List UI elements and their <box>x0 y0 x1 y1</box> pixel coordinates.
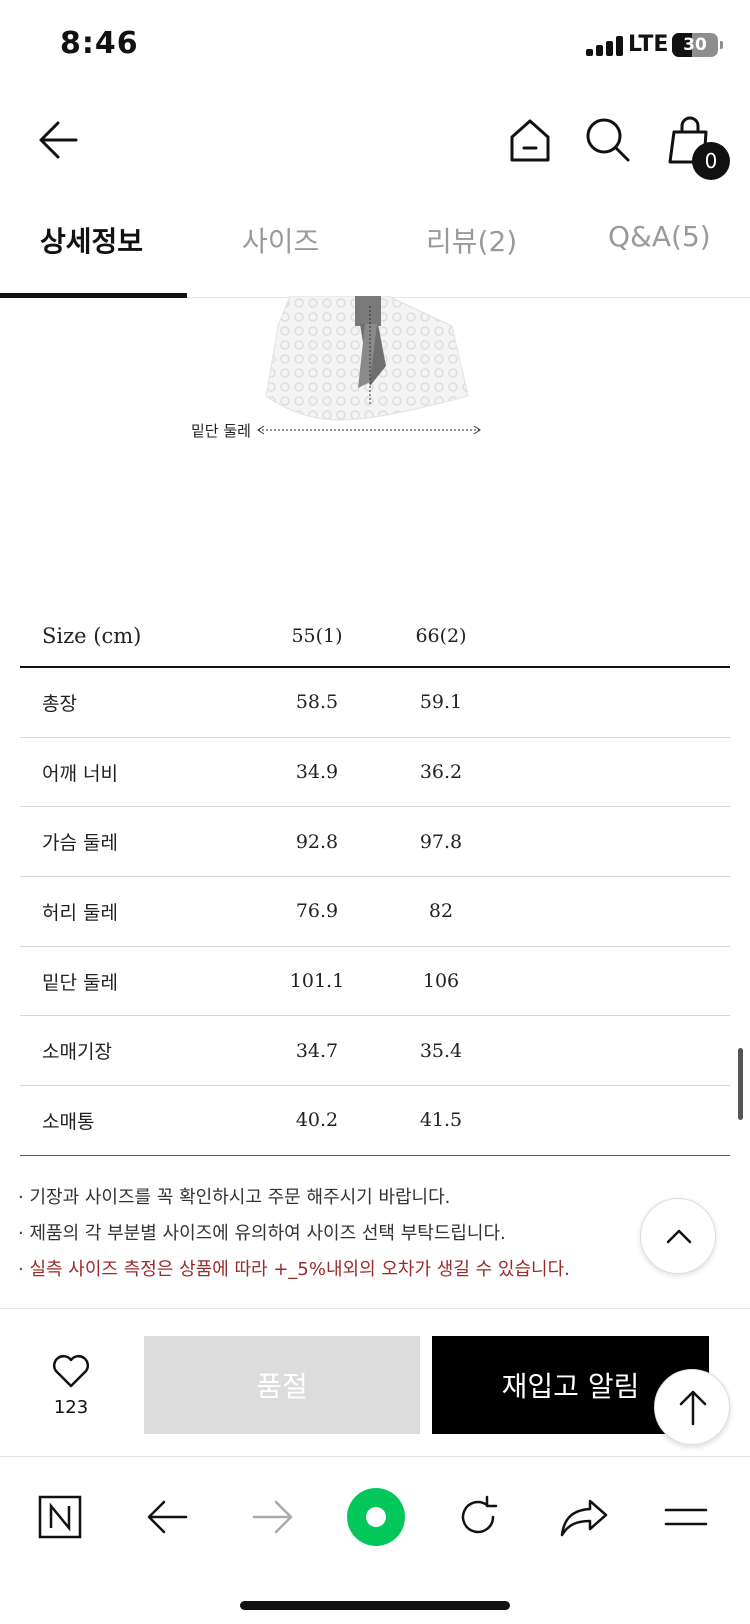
size-table-header: Size (cm) 55(1) 66(2) <box>20 606 730 668</box>
arrow-right-icon <box>252 1500 293 1534</box>
active-tab-indicator <box>0 293 187 298</box>
note-warning: · 실측 사이즈 측정은 상품에 따라 +_5%내외의 오차가 생길 수 있습니… <box>18 1259 570 1280</box>
row-label: 가슴 둘레 <box>42 832 118 855</box>
detail-tabs: 상세정보 사이즈 리뷰(2) Q&A(5) <box>0 200 750 298</box>
search-button[interactable] <box>578 110 638 170</box>
note-item: · 기장과 사이즈를 꼭 확인하시고 주문 해주시기 바랍니다. <box>18 1187 451 1208</box>
table-row: 어깨 너비 34.9 36.2 <box>20 738 730 808</box>
battery-level: 30 <box>683 35 707 55</box>
size-notes: · 기장과 사이즈를 꼭 확인하시고 주문 해주시기 바랍니다. · 제품의 각… <box>18 1180 638 1288</box>
arrow-left-icon <box>147 1500 188 1534</box>
row-value-55: 58.5 <box>295 691 339 714</box>
browser-forward-button[interactable] <box>240 1485 304 1549</box>
cart-button[interactable]: 0 <box>660 110 730 180</box>
naver-home-button[interactable] <box>28 1485 92 1549</box>
signal-icon <box>586 36 624 56</box>
tab-size[interactable]: 사이즈 <box>242 220 319 260</box>
size-table: Size (cm) 55(1) 66(2) 총장 58.5 59.1 어깨 너비… <box>20 606 730 1156</box>
table-row: 소매통 40.2 41.5 <box>20 1086 730 1156</box>
hamburger-menu-icon <box>664 1508 708 1526</box>
reload-icon <box>461 1495 498 1534</box>
network-type: LTE <box>628 32 669 57</box>
arrow-up-icon <box>679 1390 707 1426</box>
like-button[interactable]: 123 <box>40 1353 102 1418</box>
table-row: 총장 58.5 59.1 <box>20 668 730 738</box>
note-item: · 제품의 각 부분별 사이즈에 유의하여 사이즈 선택 부탁드립니다. <box>18 1223 506 1244</box>
cart-count-badge: 0 <box>692 142 730 180</box>
row-value-55: 92.8 <box>295 830 339 853</box>
share-icon <box>560 1499 608 1537</box>
home-icon <box>510 119 550 162</box>
size-header-55: 55(1) <box>291 625 343 647</box>
tab-detail-info[interactable]: 상세정보 <box>40 220 143 260</box>
size-header-label: Size (cm) <box>42 624 142 648</box>
back-button[interactable] <box>32 110 92 170</box>
home-indicator <box>240 1601 510 1610</box>
size-header-66: 66(2) <box>415 625 467 647</box>
row-value-66: 106 <box>422 970 460 993</box>
tab-qa[interactable]: Q&A(5) <box>608 220 711 253</box>
scroll-top-button[interactable] <box>654 1369 730 1445</box>
row-label: 총장 <box>42 692 77 715</box>
row-value-66: 41.5 <box>419 1109 463 1132</box>
green-dot-button[interactable] <box>344 1485 408 1549</box>
row-value-66: 36.2 <box>419 761 463 784</box>
status-time: 8:46 <box>60 26 139 61</box>
row-value-55: 40.2 <box>295 1109 339 1132</box>
top-nav: 0 <box>0 100 750 180</box>
scroll-up-button[interactable] <box>640 1198 716 1274</box>
reload-button[interactable] <box>446 1485 510 1549</box>
green-dot-icon <box>347 1488 405 1546</box>
row-value-55: 76.9 <box>295 900 339 923</box>
row-label: 밑단 둘레 <box>42 971 118 994</box>
browser-back-button[interactable] <box>136 1485 200 1549</box>
table-row: 가슴 둘레 92.8 97.8 <box>20 807 730 878</box>
soldout-button[interactable]: 품절 <box>144 1336 420 1434</box>
table-row: 밑단 둘레 101.1 106 <box>20 947 730 1017</box>
heart-icon <box>53 1355 89 1388</box>
row-value-66: 59.1 <box>419 691 463 714</box>
home-button[interactable] <box>500 110 560 170</box>
arrow-left-icon <box>39 121 78 159</box>
row-label: 소매기장 <box>42 1041 112 1064</box>
row-value-55: 34.7 <box>295 1039 339 1062</box>
scrollbar[interactable] <box>738 1048 743 1120</box>
row-value-66: 82 <box>428 900 454 923</box>
hem-measure-label: 밑단 둘레 <box>191 422 251 440</box>
naver-n-icon <box>38 1495 82 1539</box>
like-count: 123 <box>53 1397 89 1418</box>
row-label: 소매통 <box>42 1110 95 1133</box>
share-button[interactable] <box>552 1485 616 1549</box>
row-value-55: 101.1 <box>289 970 345 993</box>
menu-button[interactable] <box>654 1485 718 1549</box>
table-row: 소매기장 34.7 35.4 <box>20 1016 730 1087</box>
status-bar: 8:46 LTE 30 <box>0 0 750 90</box>
row-value-66: 97.8 <box>419 830 463 853</box>
tab-reviews[interactable]: 리뷰(2) <box>426 220 517 260</box>
search-icon <box>586 118 630 162</box>
row-label: 어깨 너비 <box>42 762 118 785</box>
row-label: 허리 둘레 <box>42 901 118 924</box>
purchase-bar: 123 품절 재입고 알림 <box>0 1308 750 1456</box>
battery-icon: 30 <box>672 33 723 57</box>
chevron-up-icon <box>666 1229 692 1244</box>
browser-toolbar <box>0 1456 750 1624</box>
row-value-55: 34.9 <box>295 761 339 784</box>
table-row: 허리 둘레 76.9 82 <box>20 877 730 947</box>
row-value-66: 35.4 <box>419 1039 463 1062</box>
